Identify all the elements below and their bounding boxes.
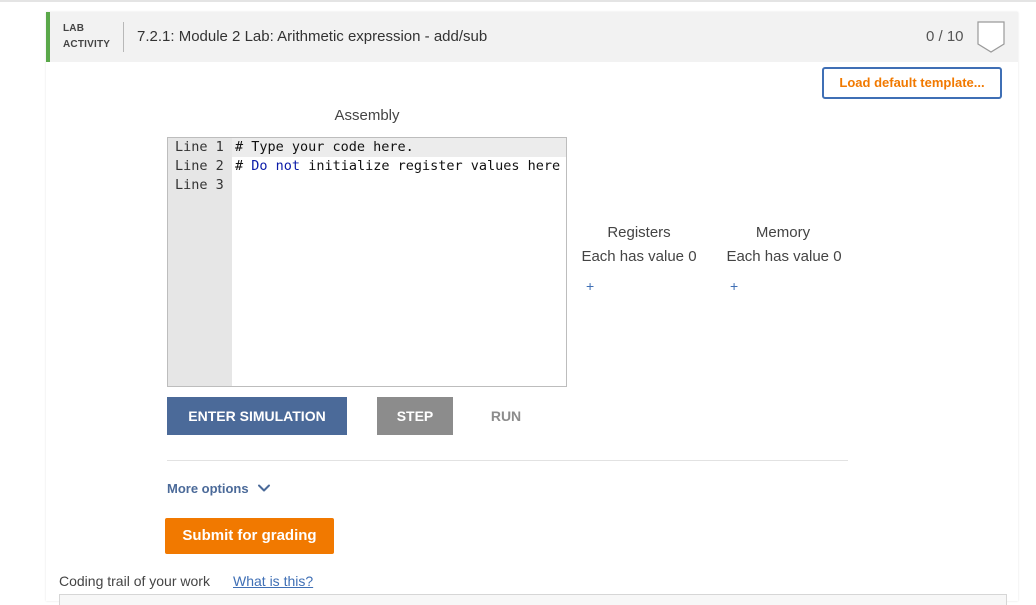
assembly-label: Assembly (334, 107, 400, 124)
load-default-template-button[interactable]: Load default template... (822, 67, 1002, 99)
line-number: Line 2 (175, 158, 224, 174)
score-display: 0 / 10 (926, 28, 964, 45)
add-register-button[interactable]: + (586, 278, 594, 294)
activity-type-label-line1: LAB (63, 23, 85, 34)
memory-title: Memory (755, 224, 811, 241)
submit-for-grading-button[interactable]: Submit for grading (165, 518, 334, 554)
line-number: Line 1 (175, 139, 224, 155)
coding-trail-label: Coding trail of your work (59, 573, 210, 589)
shield-badge-icon (977, 21, 1005, 53)
code-line-2[interactable]: # Do not initialize register values here (235, 158, 560, 174)
step-button[interactable]: STEP (377, 397, 453, 435)
activity-header: LAB ACTIVITY 7.2.1: Module 2 Lab: Arithm… (46, 12, 1018, 62)
activity-type-label-line2: ACTIVITY (63, 39, 111, 50)
more-options-toggle[interactable]: More options (167, 481, 249, 496)
line-number: Line 3 (175, 177, 224, 193)
section-divider (167, 460, 848, 461)
lab-activity-card: LAB ACTIVITY 7.2.1: Module 2 Lab: Arithm… (46, 12, 1018, 605)
top-border (0, 0, 1036, 2)
header-divider (123, 22, 124, 52)
enter-simulation-button[interactable]: ENTER SIMULATION (167, 397, 347, 435)
add-memory-button[interactable]: + (730, 278, 738, 294)
memory-value-note: Each has value 0 (726, 248, 842, 265)
registers-title: Registers (607, 224, 671, 241)
chevron-down-icon[interactable] (257, 481, 271, 495)
activity-title: 7.2.1: Module 2 Lab: Arithmetic expressi… (137, 28, 488, 45)
header-accent-bar (46, 12, 50, 62)
coding-trail-box (59, 594, 1007, 605)
registers-value-note: Each has value 0 (581, 248, 697, 265)
what-is-this-link[interactable]: What is this? (233, 573, 313, 589)
run-button[interactable]: RUN (478, 397, 534, 435)
code-line-1[interactable]: # Type your code here. (235, 139, 414, 155)
line-number-gutter (168, 138, 232, 386)
code-editor[interactable]: Line 1 Line 2 Line 3 # Type your code he… (167, 137, 567, 387)
